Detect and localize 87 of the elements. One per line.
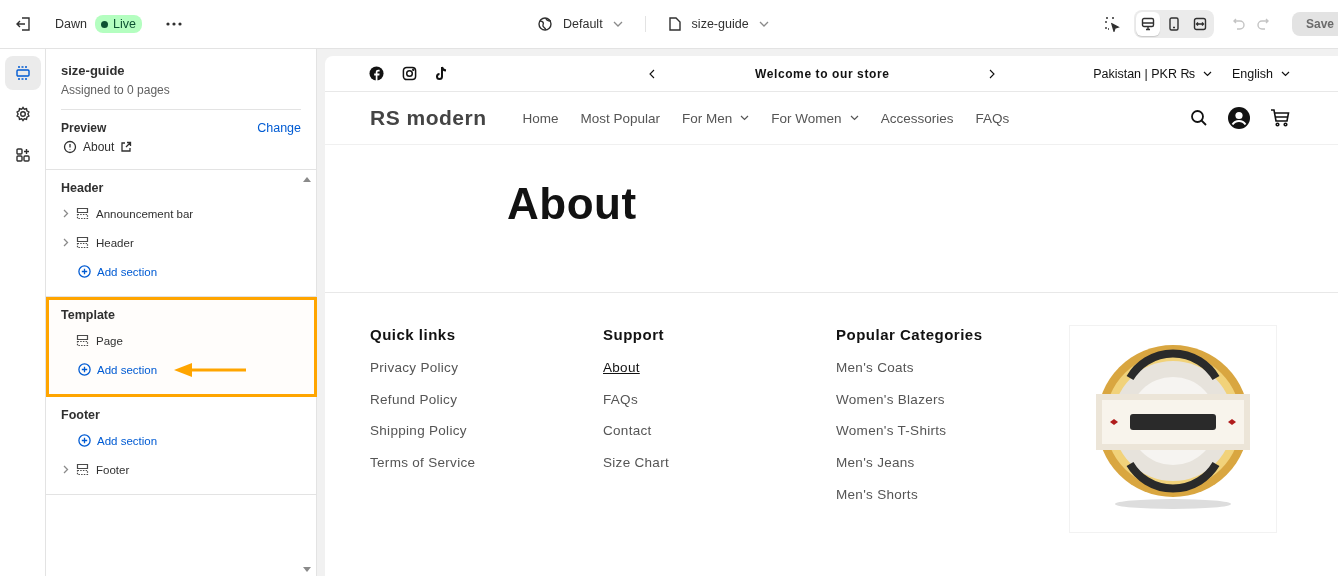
- footer-link[interactable]: Refund Policy: [370, 391, 603, 424]
- plus-circle-icon: [78, 363, 91, 376]
- chevron-down-icon: [758, 21, 769, 27]
- assigned-text: Assigned to 0 pages: [61, 83, 171, 97]
- nav-link[interactable]: Accessories: [880, 110, 954, 126]
- group-title: Header: [61, 181, 105, 195]
- preview-label: Preview: [61, 121, 107, 135]
- country-selector[interactable]: Pakistan | PKR ₨: [1093, 66, 1212, 81]
- footer-heading: Support: [603, 326, 665, 343]
- expand-width-icon: [1192, 17, 1207, 31]
- section-icon: [76, 236, 89, 249]
- footer-link[interactable]: Privacy Policy: [370, 360, 603, 392]
- section-icon: [76, 334, 89, 347]
- chevron-right-icon[interactable]: [63, 209, 69, 218]
- chevron-down-icon: [612, 21, 623, 27]
- instagram-icon[interactable]: [402, 66, 417, 81]
- footer-link[interactable]: Shipping Policy: [370, 423, 603, 456]
- next-icon[interactable]: [989, 68, 996, 79]
- cart-icon[interactable]: [1270, 109, 1290, 127]
- footer-link[interactable]: Men's Shorts: [836, 486, 1069, 519]
- section-item[interactable]: Header: [96, 236, 134, 249]
- tiktok-icon[interactable]: [435, 66, 448, 81]
- chevron-down-icon: [1203, 70, 1212, 77]
- scroll-down-icon[interactable]: [303, 567, 311, 572]
- search-icon[interactable]: [1190, 109, 1208, 127]
- account-icon[interactable]: [1228, 107, 1250, 129]
- template-title: size-guide: [61, 63, 126, 78]
- globe-icon: [537, 16, 553, 32]
- nav-link[interactable]: FAQs: [975, 110, 1010, 126]
- page-title: About: [325, 145, 1338, 293]
- plus-circle-icon: [78, 265, 91, 278]
- footer-link[interactable]: Size Chart: [603, 455, 836, 487]
- section-item[interactable]: Page: [96, 334, 123, 347]
- nav-link[interactable]: For Women: [771, 110, 859, 126]
- plus-circle-icon: [78, 434, 91, 447]
- phone-icon: [1167, 17, 1180, 31]
- facebook-icon[interactable]: [369, 66, 384, 81]
- previous-icon[interactable]: [649, 68, 655, 79]
- scroll-up-icon[interactable]: [303, 177, 311, 182]
- external-link-icon[interactable]: [120, 141, 133, 153]
- section-icon: [76, 207, 89, 220]
- section-item[interactable]: Announcement bar: [96, 207, 194, 220]
- language-selector[interactable]: English: [1232, 66, 1290, 81]
- footer-link[interactable]: Terms of Service: [370, 455, 603, 487]
- exit-icon[interactable]: [15, 15, 33, 33]
- footer-link[interactable]: Men's Coats: [836, 360, 1069, 392]
- template-selector[interactable]: Default: [535, 12, 625, 36]
- chevron-right-icon[interactable]: [63, 238, 69, 247]
- theme-name: Dawn: [55, 17, 87, 31]
- footer-link[interactable]: Women's Blazers: [836, 391, 1069, 424]
- select-icon[interactable]: [1103, 16, 1120, 32]
- group-title: Template: [61, 308, 116, 322]
- change-link[interactable]: Change: [257, 121, 301, 135]
- sections-icon: [14, 65, 31, 81]
- desktop-icon: [1140, 17, 1155, 31]
- group-title: Footer: [61, 408, 101, 422]
- apps-icon: [14, 147, 31, 163]
- more-icon[interactable]: [165, 22, 182, 26]
- page-selector[interactable]: size-guide: [665, 12, 771, 36]
- nav-link[interactable]: For Men: [682, 110, 750, 126]
- footer-heading: Popular Categories: [836, 326, 984, 343]
- add-section-button[interactable]: Add section: [78, 363, 158, 376]
- add-section-button[interactable]: Add section: [78, 434, 158, 447]
- chevron-down-icon: [740, 115, 750, 121]
- settings-icon: [14, 106, 31, 122]
- footer-link[interactable]: About: [603, 360, 640, 392]
- nav-link[interactable]: Home: [522, 110, 559, 126]
- page-icon: [667, 16, 682, 32]
- section-icon: [76, 463, 89, 476]
- chevron-down-icon: [849, 115, 859, 121]
- chevron-down-icon: [1281, 70, 1290, 77]
- store-logo[interactable]: RS modern: [370, 106, 487, 130]
- footer-link[interactable]: FAQs: [603, 391, 836, 424]
- announcement-text: Welcome to our store: [755, 66, 890, 81]
- sections-tab[interactable]: [4, 56, 41, 90]
- footer-link[interactable]: Men's Jeans: [836, 455, 1069, 487]
- footer-link[interactable]: Contact: [603, 423, 836, 456]
- nav-link[interactable]: Most Popular: [580, 110, 661, 126]
- add-section-button[interactable]: Add section: [78, 265, 158, 278]
- preview-page-name: About: [83, 140, 115, 154]
- info-icon: [63, 140, 77, 154]
- status-badge: Live: [94, 15, 142, 33]
- footer-heading: Quick links: [370, 326, 457, 343]
- section-item[interactable]: Footer: [96, 463, 130, 476]
- chevron-right-icon[interactable]: [63, 465, 69, 474]
- desktop-view-button[interactable]: [1135, 12, 1160, 36]
- footer-link[interactable]: Women's T-Shirts: [836, 423, 1069, 456]
